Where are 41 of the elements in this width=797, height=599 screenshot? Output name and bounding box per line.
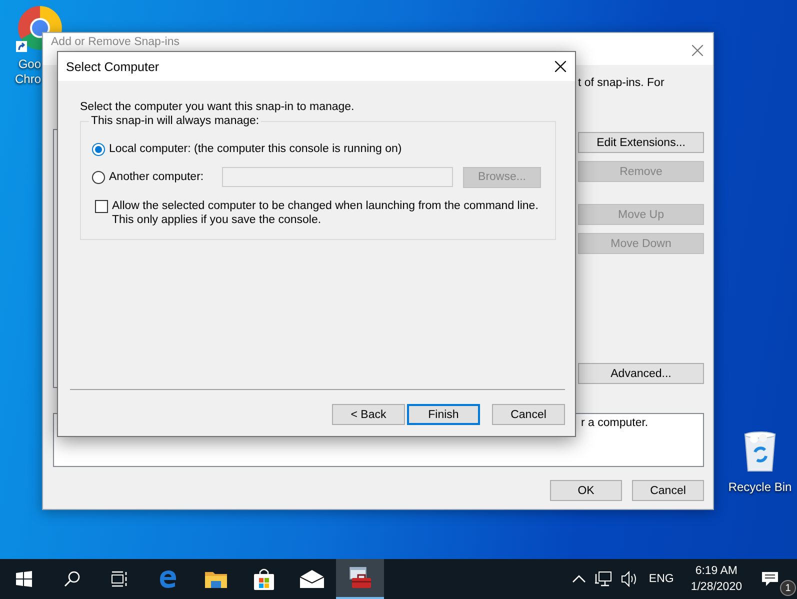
search-icon [64, 571, 80, 587]
input-language[interactable]: ENG [648, 573, 674, 585]
instruction-text: t of snap-ins. For [578, 77, 664, 89]
notification-badge: 1 [780, 580, 796, 596]
chevron-up-icon[interactable] [572, 575, 586, 583]
dialog-title: Select Computer [66, 60, 160, 74]
dialog-button[interactable]: OK [550, 480, 622, 501]
radio-dot[interactable] [92, 170, 105, 184]
network-icon[interactable] [594, 571, 612, 587]
clock[interactable]: 6:19 AM 1/28/2020 [690, 563, 742, 595]
notification-icon[interactable] [761, 571, 779, 587]
radio-dot[interactable] [92, 142, 105, 156]
radio-option[interactable]: Local computer: (the computer this console is running on) [92, 142, 402, 156]
group-label: This snap-in will always manage: [89, 115, 262, 127]
window-title: Add or Remove Snap-ins [51, 36, 180, 49]
wizard-button[interactable]: < Back [332, 404, 405, 425]
clock-time: 6:19 AM [695, 564, 738, 579]
speaker-icon[interactable] [620, 571, 638, 587]
folder-icon [205, 570, 227, 588]
shopping-bag-icon [253, 568, 275, 590]
toolbox-window-icon [348, 567, 372, 589]
envelope-icon [300, 570, 324, 588]
dialog-button[interactable]: Cancel [632, 480, 704, 501]
desktop-icon-label[interactable]: Recycle Bin [728, 480, 792, 494]
side-button[interactable]: Advanced... [578, 363, 704, 384]
checkbox[interactable] [95, 200, 108, 213]
taskbar-button[interactable] [336, 559, 384, 599]
wizard-button[interactable]: Cancel [492, 404, 565, 425]
wizard-button[interactable]: Finish [407, 404, 480, 425]
recycle-bin-icon[interactable] [743, 430, 777, 472]
e-logo-icon [158, 569, 178, 589]
close-icon[interactable] [555, 61, 566, 72]
task-view-icon [111, 571, 129, 587]
description-text: r a computer. [581, 417, 648, 429]
shortcut-arrow-icon [16, 41, 27, 52]
checkbox-label[interactable]: Allow the selected computer to be changed when launching from the command line. This only applies if you save the console. [112, 199, 542, 227]
radio-option[interactable]: Another computer: [92, 170, 222, 184]
instruction-text: Select the computer you want this snap-in to manage. [80, 101, 356, 113]
windows-logo-icon [16, 571, 32, 587]
side-button[interactable]: Edit Extensions... [578, 132, 704, 153]
clock-date: 1/28/2020 [690, 580, 742, 595]
